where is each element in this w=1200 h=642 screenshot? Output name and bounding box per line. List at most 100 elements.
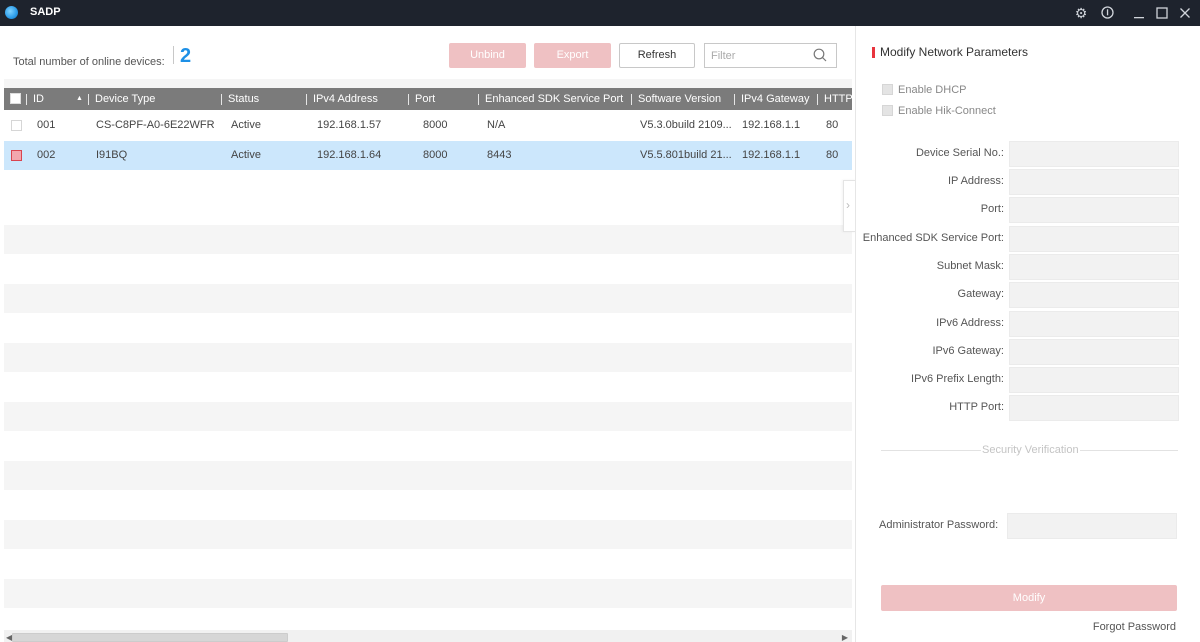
settings-gear-icon[interactable]: ⚙ xyxy=(1071,3,1091,23)
refresh-button[interactable]: Refresh xyxy=(619,43,695,68)
unbind-button[interactable]: Unbind xyxy=(449,43,526,68)
info-icon[interactable] xyxy=(1097,3,1117,23)
chevron-right-icon: › xyxy=(846,198,850,212)
table-header: ID ▲ Device Type Status IPv4 Address Por… xyxy=(4,88,852,110)
cell-id: 001 xyxy=(37,119,56,131)
enable-hik-connect-checkbox[interactable]: Enable Hik-Connect xyxy=(882,104,996,117)
row-checkbox-checked[interactable] xyxy=(11,150,22,161)
cell-software: V5.3.0build 2109... xyxy=(640,119,732,131)
app-logo-icon xyxy=(5,6,18,19)
panel-title: Modify Network Parameters xyxy=(880,45,1029,59)
cell-device-type: CS-C8PF-A0-6E22WFR xyxy=(96,119,215,131)
horizontal-scrollbar[interactable]: ◀ ▶ xyxy=(4,630,852,642)
cell-ipv4: 192.168.1.57 xyxy=(317,119,382,131)
column-header-ipv4-address[interactable]: IPv4 Address xyxy=(306,88,378,110)
modify-network-panel: Modify Network Parameters Enable DHCP En… xyxy=(855,26,1200,642)
enable-dhcp-label: Enable DHCP xyxy=(898,84,967,96)
ipv6-gateway-input[interactable] xyxy=(1009,339,1179,365)
title-bar: SADP ⚙ xyxy=(0,0,1200,26)
empty-row xyxy=(4,343,852,372)
search-icon[interactable] xyxy=(813,48,827,62)
port-input[interactable] xyxy=(1009,197,1179,223)
sort-ascending-icon[interactable]: ▲ xyxy=(76,88,83,110)
sdk-port-label: Enhanced SDK Service Port: xyxy=(862,232,1004,244)
sdk-port-input[interactable] xyxy=(1009,226,1179,252)
empty-row xyxy=(4,225,852,254)
empty-row xyxy=(4,461,852,490)
column-header-status[interactable]: Status xyxy=(221,88,259,110)
empty-row xyxy=(4,520,852,549)
cell-http: 80 xyxy=(826,119,839,131)
column-header-id[interactable]: ID xyxy=(26,88,44,110)
checkbox-icon xyxy=(882,104,893,116)
table-row-selected[interactable]: 002 I91BQ Active 192.168.1.64 8000 8443 … xyxy=(4,141,852,170)
column-header-port[interactable]: Port xyxy=(408,88,435,110)
forgot-password-link[interactable]: Forgot Password xyxy=(1093,621,1176,633)
close-icon[interactable] xyxy=(1175,3,1195,23)
cell-software: V5.5.801build 21... xyxy=(640,149,732,161)
column-header-software-version[interactable]: Software Version xyxy=(631,88,721,110)
maximize-icon[interactable] xyxy=(1152,3,1172,23)
minimize-icon[interactable] xyxy=(1129,3,1149,23)
ipv6-address-label: IPv6 Address: xyxy=(936,317,1004,329)
scroll-right-arrow-icon[interactable]: ▶ xyxy=(842,633,848,642)
subnet-mask-input[interactable] xyxy=(1009,254,1179,280)
ipv6-address-input[interactable] xyxy=(1009,311,1179,337)
title-accent-bar xyxy=(872,47,875,58)
ipv6-gateway-label: IPv6 Gateway: xyxy=(932,345,1004,357)
column-header-device-type[interactable]: Device Type xyxy=(88,88,155,110)
device-serial-input[interactable] xyxy=(1009,141,1179,167)
app-title: SADP xyxy=(30,6,61,18)
subnet-mask-label: Subnet Mask: xyxy=(936,260,1004,272)
admin-password-label: Administrator Password: xyxy=(879,519,999,531)
table-row[interactable]: 001 CS-C8PF-A0-6E22WFR Active 192.168.1.… xyxy=(4,111,852,140)
cell-device-type: I91BQ xyxy=(96,149,128,161)
scrollbar-thumb[interactable] xyxy=(12,633,288,642)
cell-sdk-port: 8443 xyxy=(487,149,512,161)
cell-ipv4: 192.168.1.64 xyxy=(317,149,382,161)
gateway-label: Gateway: xyxy=(957,288,1004,300)
select-all-checkbox[interactable] xyxy=(10,93,21,104)
admin-password-input[interactable] xyxy=(1007,513,1177,539)
divider-line xyxy=(881,450,981,451)
empty-row xyxy=(4,579,852,608)
export-button[interactable]: Export xyxy=(534,43,611,68)
cell-port: 8000 xyxy=(423,119,448,131)
cell-gateway: 192.168.1.1 xyxy=(742,119,801,131)
security-verification-heading: Security Verification xyxy=(981,444,1080,456)
port-label: Port: xyxy=(980,203,1004,215)
device-serial-label: Device Serial No.: xyxy=(915,147,1004,159)
empty-row xyxy=(4,402,852,431)
http-port-input[interactable] xyxy=(1009,395,1179,421)
device-table: ID ▲ Device Type Status IPv4 Address Por… xyxy=(4,79,852,639)
cell-id: 002 xyxy=(37,149,56,161)
modify-button[interactable]: Modify xyxy=(881,585,1177,611)
enable-hik-connect-label: Enable Hik-Connect xyxy=(898,105,996,117)
column-header-sdk-port[interactable]: Enhanced SDK Service Port xyxy=(478,88,623,110)
divider-line xyxy=(1076,450,1178,451)
http-port-label: HTTP Port: xyxy=(949,401,1004,413)
cell-status: Active xyxy=(231,149,261,161)
online-devices-label: Total number of online devices: xyxy=(13,56,165,68)
online-devices-count: 2 xyxy=(180,45,192,67)
filter-input[interactable] xyxy=(711,44,811,67)
ip-address-input[interactable] xyxy=(1009,169,1179,195)
enable-dhcp-checkbox[interactable]: Enable DHCP xyxy=(882,83,967,96)
table-top-spacer xyxy=(4,79,852,88)
cell-port: 8000 xyxy=(423,149,448,161)
count-divider xyxy=(173,46,174,64)
cell-http: 80 xyxy=(826,149,839,161)
cell-status: Active xyxy=(231,119,261,131)
checkbox-icon xyxy=(882,83,893,95)
empty-row xyxy=(4,284,852,313)
column-header-http[interactable]: HTTP xyxy=(817,88,852,110)
row-checkbox[interactable] xyxy=(11,120,22,131)
ipv6-prefix-length-input[interactable] xyxy=(1009,367,1179,393)
filter-box xyxy=(704,43,837,68)
ipv6-prefix-length-label: IPv6 Prefix Length: xyxy=(911,373,1004,385)
gateway-input[interactable] xyxy=(1009,282,1179,308)
column-header-ipv4-gateway[interactable]: IPv4 Gateway xyxy=(734,88,809,110)
cell-gateway: 192.168.1.1 xyxy=(742,149,801,161)
device-list-panel: Total number of online devices: 2 Unbind… xyxy=(0,26,855,642)
cell-sdk-port: N/A xyxy=(487,119,506,131)
